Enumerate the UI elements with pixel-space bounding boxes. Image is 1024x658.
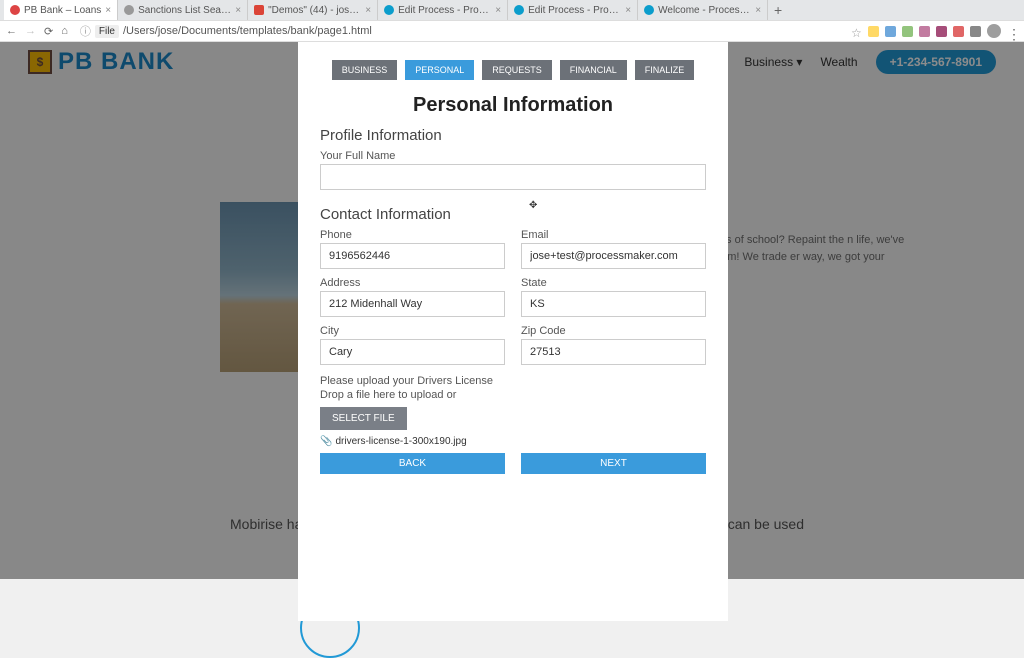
extension-icon[interactable] xyxy=(885,26,896,37)
state-input[interactable] xyxy=(521,291,706,317)
extension-icon[interactable] xyxy=(970,26,981,37)
next-button[interactable]: NEXT xyxy=(521,453,706,474)
tab-title: Sanctions List Search xyxy=(138,5,231,16)
city-input[interactable] xyxy=(320,339,505,365)
toolbar-icons: ☆ ⋮ xyxy=(851,24,1018,38)
home-icon[interactable]: ⌂ xyxy=(61,25,68,38)
address-input[interactable] xyxy=(320,291,505,317)
menu-icon[interactable]: ⋮ xyxy=(1007,26,1018,37)
browser-tab-strip: PB Bank – Loans × Sanctions List Search … xyxy=(0,0,1024,20)
address-label: Address xyxy=(320,277,505,289)
favicon-icon xyxy=(644,5,654,15)
profile-avatar-icon[interactable] xyxy=(987,24,1001,38)
phone-label: Phone xyxy=(320,229,505,241)
back-button[interactable]: BACK xyxy=(320,453,505,474)
tab-title: Edit Process - ProcessMaker xyxy=(398,5,491,16)
close-icon[interactable]: × xyxy=(365,5,371,16)
tab-title: Welcome - ProcessMaker xyxy=(658,5,751,16)
browser-tab[interactable]: Edit Process - ProcessMaker × xyxy=(508,0,638,20)
reload-icon[interactable]: ⟳ xyxy=(44,25,53,38)
phone-input[interactable] xyxy=(320,243,505,269)
step-business[interactable]: BUSINESS xyxy=(332,60,398,80)
browser-tab[interactable]: "Demos" (44) - jose.maldona… × xyxy=(248,0,378,20)
close-icon[interactable]: × xyxy=(235,5,241,16)
section-contact: Contact Information xyxy=(320,206,706,223)
extension-icon[interactable] xyxy=(953,26,964,37)
close-icon[interactable]: × xyxy=(105,5,111,16)
forward-icon[interactable]: → xyxy=(25,25,36,38)
tab-title: Edit Process - ProcessMaker xyxy=(528,5,621,16)
info-icon: ⓘ xyxy=(80,23,91,39)
tab-title: "Demos" (44) - jose.maldona… xyxy=(268,5,361,16)
step-personal[interactable]: PERSONAL xyxy=(405,60,474,80)
url-path: /Users/jose/Documents/templates/bank/pag… xyxy=(123,25,372,37)
url-field[interactable]: ⓘ File /Users/jose/Documents/templates/b… xyxy=(76,23,843,39)
favicon-icon xyxy=(254,5,264,15)
city-label: City xyxy=(320,325,505,337)
step-finalize[interactable]: FINALIZE xyxy=(635,60,695,80)
url-scheme: File xyxy=(95,25,119,38)
full-name-input[interactable] xyxy=(320,164,706,190)
close-icon[interactable]: × xyxy=(495,5,501,16)
upload-instruction: Please upload your Drivers License xyxy=(320,375,706,387)
step-requests[interactable]: REQUESTS xyxy=(482,60,552,80)
cursor-icon: ✥ xyxy=(529,200,537,211)
address-bar: ← → ⟳ ⌂ ⓘ File /Users/jose/Documents/tem… xyxy=(0,20,1024,42)
email-input[interactable] xyxy=(521,243,706,269)
favicon-icon xyxy=(10,5,20,15)
section-profile: Profile Information xyxy=(320,127,706,144)
zip-input[interactable] xyxy=(521,339,706,365)
paperclip-icon: 📎 xyxy=(320,436,332,447)
step-financial[interactable]: FINANCIAL xyxy=(560,60,627,80)
page-body: PB BANK al Business ▾ Wealth +1-234-567-… xyxy=(0,42,1024,579)
browser-tab[interactable]: Edit Process - ProcessMaker × xyxy=(378,0,508,20)
close-icon[interactable]: × xyxy=(625,5,631,16)
tab-title: PB Bank – Loans xyxy=(24,5,101,16)
email-label: Email xyxy=(521,229,706,241)
close-icon[interactable]: × xyxy=(755,5,761,16)
uploaded-file[interactable]: 📎 drivers-license-1-300x190.jpg xyxy=(320,436,706,447)
back-icon[interactable]: ← xyxy=(6,25,17,38)
modal-heading: Personal Information xyxy=(320,94,706,117)
new-tab-button[interactable]: + xyxy=(768,0,788,20)
state-label: State xyxy=(521,277,706,289)
extension-icon[interactable] xyxy=(868,26,879,37)
browser-tab[interactable]: PB Bank – Loans × xyxy=(4,0,118,20)
zip-label: Zip Code xyxy=(521,325,706,337)
full-name-label: Your Full Name xyxy=(320,150,706,162)
star-icon[interactable]: ☆ xyxy=(851,26,862,37)
favicon-icon xyxy=(124,5,134,15)
extension-icon[interactable] xyxy=(936,26,947,37)
browser-tab[interactable]: Welcome - ProcessMaker × xyxy=(638,0,768,20)
select-file-button[interactable]: SELECT FILE xyxy=(320,407,407,430)
upload-drop-text: Drop a file here to upload or xyxy=(320,389,706,401)
extension-icon[interactable] xyxy=(919,26,930,37)
extension-icon[interactable] xyxy=(902,26,913,37)
favicon-icon xyxy=(384,5,394,15)
favicon-icon xyxy=(514,5,524,15)
browser-tab[interactable]: Sanctions List Search × xyxy=(118,0,248,20)
wizard-steps: BUSINESS PERSONAL REQUESTS FINANCIAL FIN… xyxy=(320,60,706,80)
personal-info-modal: BUSINESS PERSONAL REQUESTS FINANCIAL FIN… xyxy=(298,42,728,621)
uploaded-file-name: drivers-license-1-300x190.jpg xyxy=(335,436,466,447)
